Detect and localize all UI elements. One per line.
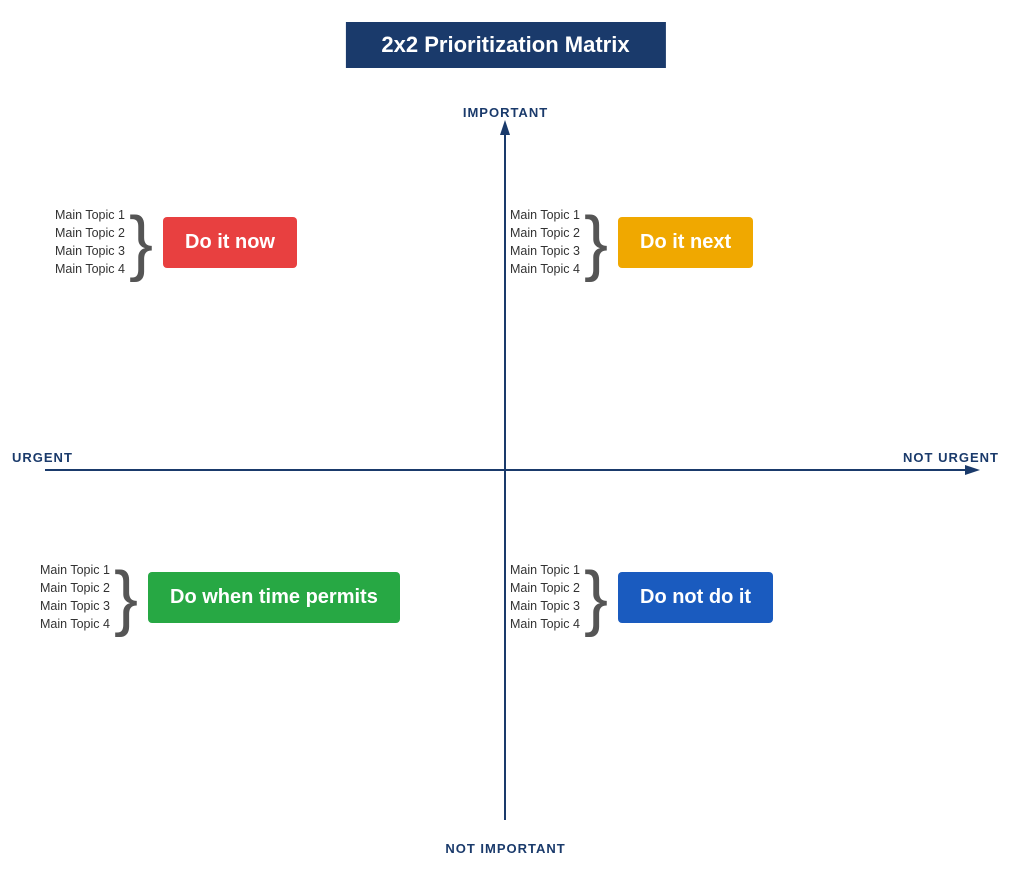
q3-topic-2: Main Topic 2 xyxy=(40,581,110,595)
q1-topic-1: Main Topic 1 xyxy=(55,208,125,222)
q4-topic-list: Main Topic 1 Main Topic 2 Main Topic 3 M… xyxy=(510,563,580,631)
q4-action-button[interactable]: Do not do it xyxy=(618,572,773,623)
q4-topic-3: Main Topic 3 xyxy=(510,599,580,613)
q2-topic-3: Main Topic 3 xyxy=(510,244,580,258)
q1-topic-list: Main Topic 1 Main Topic 2 Main Topic 3 M… xyxy=(55,208,125,276)
q1-topic-3: Main Topic 3 xyxy=(55,244,125,258)
q2-topic-4: Main Topic 4 xyxy=(510,262,580,276)
q2-action-button[interactable]: Do it next xyxy=(618,217,753,268)
q3-topic-3: Main Topic 3 xyxy=(40,599,110,613)
q1-topic-4: Main Topic 4 xyxy=(55,262,125,276)
q2-topic-1: Main Topic 1 xyxy=(510,208,580,222)
q4-topic-2: Main Topic 2 xyxy=(510,581,580,595)
quadrant-do-when-time-permits: Main Topic 1 Main Topic 2 Main Topic 3 M… xyxy=(40,560,400,634)
quadrant-do-not-do-it: Main Topic 1 Main Topic 2 Main Topic 3 M… xyxy=(510,560,773,634)
q3-topic-1: Main Topic 1 xyxy=(40,563,110,577)
q4-bracket: } xyxy=(584,562,608,634)
q4-topic-1: Main Topic 1 xyxy=(510,563,580,577)
label-urgent: URGENT xyxy=(12,450,73,465)
label-not-important: NOT IMPORTANT xyxy=(445,841,565,856)
q2-bracket: } xyxy=(584,207,608,279)
q3-action-button[interactable]: Do when time permits xyxy=(148,572,400,623)
label-important: IMPORTANT xyxy=(463,105,548,120)
quadrant-do-it-next: Main Topic 1 Main Topic 2 Main Topic 3 M… xyxy=(510,205,753,279)
q3-topic-list-wrap: Main Topic 1 Main Topic 2 Main Topic 3 M… xyxy=(40,560,138,634)
q2-topic-2: Main Topic 2 xyxy=(510,226,580,240)
q3-bracket: } xyxy=(114,562,138,634)
axes xyxy=(0,0,1011,896)
q3-topic-list: Main Topic 1 Main Topic 2 Main Topic 3 M… xyxy=(40,563,110,631)
q3-topic-4: Main Topic 4 xyxy=(40,617,110,631)
q1-topic-2: Main Topic 2 xyxy=(55,226,125,240)
q1-topic-list-wrap: Main Topic 1 Main Topic 2 Main Topic 3 M… xyxy=(55,205,153,279)
page-title: 2x2 Prioritization Matrix xyxy=(345,22,665,68)
q4-topic-list-wrap: Main Topic 1 Main Topic 2 Main Topic 3 M… xyxy=(510,560,608,634)
q2-topic-list-wrap: Main Topic 1 Main Topic 2 Main Topic 3 M… xyxy=(510,205,608,279)
q2-topic-list: Main Topic 1 Main Topic 2 Main Topic 3 M… xyxy=(510,208,580,276)
q1-action-button[interactable]: Do it now xyxy=(163,217,297,268)
label-not-urgent: NOT URGENT xyxy=(903,450,999,465)
q4-topic-4: Main Topic 4 xyxy=(510,617,580,631)
q1-bracket: } xyxy=(129,207,153,279)
quadrant-do-it-now: Main Topic 1 Main Topic 2 Main Topic 3 M… xyxy=(55,205,297,279)
